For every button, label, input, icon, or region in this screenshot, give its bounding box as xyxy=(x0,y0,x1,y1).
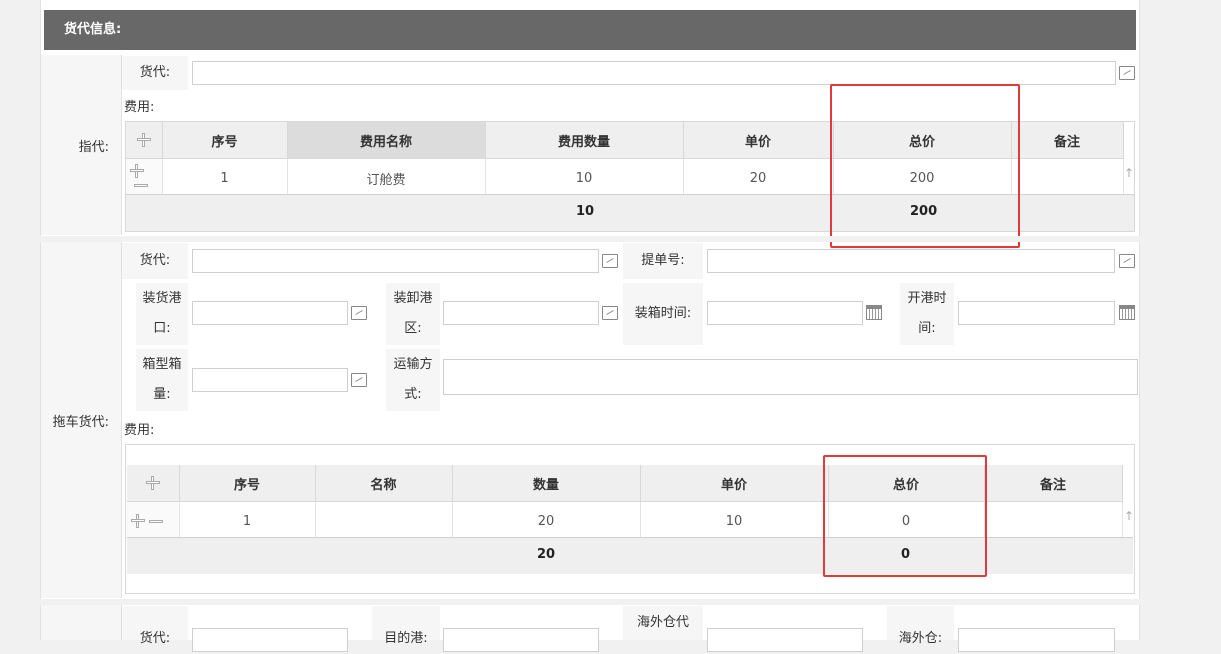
edit-icon[interactable] xyxy=(351,373,367,387)
calendar-icon[interactable] xyxy=(866,305,882,320)
col-header[interactable]: 序号 xyxy=(179,465,316,502)
unload-port-input[interactable] xyxy=(443,301,599,325)
cell-note[interactable] xyxy=(984,501,1123,541)
sail-time-input[interactable] xyxy=(958,301,1115,325)
edit-icon[interactable] xyxy=(1119,66,1135,80)
unload-port-label: 装卸港区: xyxy=(386,283,440,345)
col-header[interactable]: 费用名称 xyxy=(287,122,486,159)
cell-qty[interactable]: 10 xyxy=(485,158,684,198)
add-row-header[interactable] xyxy=(126,122,163,159)
row-controls xyxy=(127,501,180,541)
cell-no[interactable]: 1 xyxy=(179,501,316,541)
plus-icon[interactable] xyxy=(145,476,160,490)
plus-icon[interactable] xyxy=(131,514,145,528)
cell-name[interactable] xyxy=(315,501,453,541)
minus-icon[interactable] xyxy=(149,519,163,523)
overseas-warehouse-input[interactable] xyxy=(958,628,1115,652)
plus-icon[interactable] xyxy=(130,163,144,178)
overseas-agent-label-text: 海外仓代 xyxy=(636,615,689,630)
col-header[interactable]: 数量 xyxy=(452,465,641,502)
forwarder-label-text: 货代: xyxy=(139,631,171,646)
calendar-icon[interactable] xyxy=(1119,305,1135,320)
scroll-up-icon[interactable]: ↑ xyxy=(1124,166,1134,180)
section1-label-text: 指代: xyxy=(78,139,109,155)
edit-icon[interactable] xyxy=(602,254,618,268)
sum-qty: 20 xyxy=(537,547,556,562)
bill-no-label-text: 提单号: xyxy=(641,253,685,268)
load-port-label: 装货港口: xyxy=(136,283,188,345)
forwarder-label-text: 货代: xyxy=(139,65,171,80)
sail-time-label-text: 开港时间: xyxy=(907,291,947,336)
forwarder-input[interactable] xyxy=(192,249,599,273)
transport-label: 运输方式: xyxy=(386,349,440,411)
unload-port-label-text: 装卸港区: xyxy=(393,291,433,336)
overseas-agent-input[interactable] xyxy=(707,628,863,652)
col-header[interactable]: 费用数量 xyxy=(485,122,684,159)
fee-label: 费用: xyxy=(124,423,155,438)
bill-no-input[interactable] xyxy=(707,249,1115,273)
packing-time-label: 装箱时间: xyxy=(623,283,703,345)
fee-label: 费用: xyxy=(124,100,155,115)
forwarder-input[interactable] xyxy=(192,61,1116,85)
edit-icon[interactable] xyxy=(1119,254,1135,268)
col-header[interactable]: 单价 xyxy=(640,465,829,502)
edit-icon[interactable] xyxy=(351,306,367,320)
overseas-agent-label: 海外仓代 xyxy=(623,606,703,640)
cell-name[interactable]: 订舱费 xyxy=(287,158,486,198)
edit-icon[interactable] xyxy=(602,306,618,320)
cell-price[interactable]: 20 xyxy=(683,158,834,198)
dest-port-input[interactable] xyxy=(443,628,599,652)
col-header[interactable]: 名称 xyxy=(315,465,453,502)
plus-icon[interactable] xyxy=(136,133,151,147)
forwarder-label: 货代: xyxy=(122,606,188,646)
sum-qty: 10 xyxy=(576,204,595,219)
overseas-warehouse-label: 海外仓: xyxy=(887,606,954,646)
col-header[interactable]: 备注 xyxy=(984,465,1123,502)
add-row-header[interactable] xyxy=(127,465,180,502)
col-header[interactable]: 单价 xyxy=(683,122,834,159)
minus-icon[interactable] xyxy=(134,184,148,187)
scroll-up-icon[interactable]: ↑ xyxy=(1124,509,1134,523)
box-label: 箱型箱量: xyxy=(136,349,188,411)
dest-port-label: 目的港: xyxy=(372,606,440,646)
overseas-warehouse-label-text: 海外仓: xyxy=(898,631,943,646)
box-input[interactable] xyxy=(192,368,348,392)
forwarder-label-text: 货代: xyxy=(139,253,171,268)
section2-label: 拖车货代: xyxy=(41,242,121,598)
forwarder-label: 货代: xyxy=(122,243,188,279)
section-header: 货代信息: xyxy=(44,10,1136,50)
section2-label-text: 拖车货代: xyxy=(52,414,109,430)
forwarder-input[interactable] xyxy=(192,628,348,652)
box-label-text: 箱型箱量: xyxy=(142,357,182,402)
load-port-input[interactable] xyxy=(192,301,348,325)
col-header[interactable]: 序号 xyxy=(162,122,288,159)
load-port-label-text: 装货港口: xyxy=(142,291,182,336)
cell-no[interactable]: 1 xyxy=(162,158,288,198)
cell-qty[interactable]: 20 xyxy=(452,501,641,541)
sail-time-label: 开港时间: xyxy=(900,283,954,345)
col-header[interactable]: 备注 xyxy=(1011,122,1124,159)
highlight-box xyxy=(830,84,1020,248)
bill-no-label: 提单号: xyxy=(623,243,703,279)
cell-price[interactable]: 10 xyxy=(640,501,829,541)
highlight-box xyxy=(823,455,987,577)
cell-note[interactable] xyxy=(1011,158,1124,198)
dest-port-label-text: 目的港: xyxy=(384,631,428,646)
section3-label xyxy=(41,605,121,640)
transport-label-text: 运输方式: xyxy=(393,357,433,402)
packing-time-label-text: 装箱时间: xyxy=(634,306,692,321)
row-controls xyxy=(126,158,163,198)
packing-time-input[interactable] xyxy=(707,301,863,325)
section1-label: 指代: xyxy=(41,55,121,235)
transport-textarea[interactable] xyxy=(443,359,1138,395)
forwarder-label: 货代: xyxy=(122,56,188,90)
